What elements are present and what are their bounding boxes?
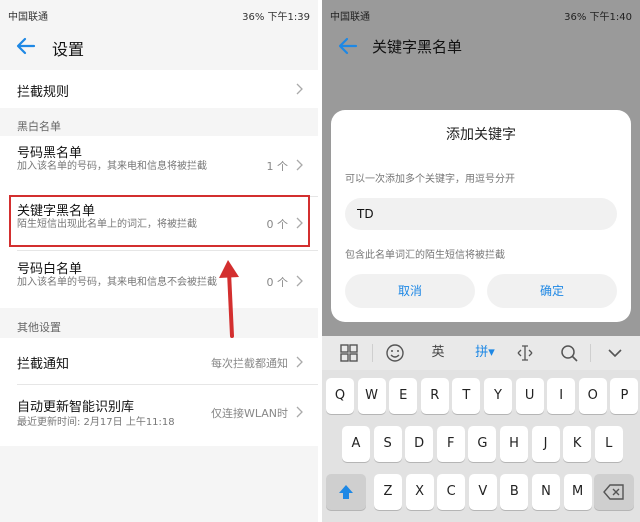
key-i[interactable]: I xyxy=(547,378,576,414)
key-z[interactable]: Z xyxy=(374,474,402,510)
pinyin-mode-button[interactable]: 拼▾ xyxy=(470,342,500,364)
number-blacklist-row[interactable]: 号码黑名单 加入该名单的号码，其来电和信息将被拦截 1 个 xyxy=(0,136,318,196)
other-settings-card: 拦截通知 每次拦截都通知 自动更新智能识别库 最近更新时间: 2月17日 上午1… xyxy=(0,338,318,446)
divider xyxy=(17,384,318,385)
status-bar: 中国联通 36% 下午1:39 xyxy=(0,0,318,26)
number-whitelist-label: 号码白名单 xyxy=(17,262,83,277)
dialog-note: 包含此名单词汇的陌生短信将被拦截 xyxy=(345,250,505,261)
dialog-title: 添加关键字 xyxy=(446,127,516,143)
highlight-box xyxy=(9,195,310,247)
key-e[interactable]: E xyxy=(389,378,418,414)
chevron-right-icon xyxy=(296,275,303,287)
backspace-icon xyxy=(603,484,624,500)
auto-update-label: 自动更新智能识别库 xyxy=(17,400,135,415)
shift-key[interactable] xyxy=(326,474,366,510)
key-g[interactable]: G xyxy=(468,426,497,462)
back-arrow-icon[interactable] xyxy=(336,34,360,58)
chevron-right-icon xyxy=(296,406,303,418)
key-k[interactable]: K xyxy=(563,426,592,462)
intercept-notify-row[interactable]: 拦截通知 每次拦截都通知 xyxy=(0,338,318,384)
key-m[interactable]: M xyxy=(563,474,592,510)
keyboard-toolbar: 英 拼▾ xyxy=(322,336,640,370)
carrier-label: 中国联通 xyxy=(330,12,370,23)
key-c[interactable]: C xyxy=(437,474,466,510)
key-f[interactable]: F xyxy=(436,426,465,462)
english-mode-button[interactable]: 英 xyxy=(426,342,450,364)
back-arrow-icon[interactable] xyxy=(14,34,38,58)
key-l[interactable]: L xyxy=(594,426,623,462)
keyword-blacklist-screen: 中国联通 36% 下午1:40 关键字黑名单 添加关键字 可以一次添加多个关键字… xyxy=(322,0,640,522)
key-s[interactable]: S xyxy=(373,426,402,462)
chevron-right-icon xyxy=(296,159,303,171)
page-title: 设置 xyxy=(52,40,85,59)
chevron-right-icon xyxy=(296,356,303,368)
keyboard: QWERTYUIOP ASDFGHJKL ZXCVBNM xyxy=(322,370,640,522)
divider xyxy=(17,250,318,251)
auto-update-desc: 最近更新时间: 2月17日 上午11:18 xyxy=(17,417,175,428)
number-blacklist-desc: 加入该名单的号码，其来电和信息将被拦截 xyxy=(17,161,207,172)
key-o[interactable]: O xyxy=(578,378,607,414)
key-v[interactable]: V xyxy=(468,474,497,510)
number-blacklist-count: 1 个 xyxy=(266,160,289,173)
dialog-hint: 可以一次添加多个关键字，用逗号分开 xyxy=(345,174,515,185)
intercept-notify-label: 拦截通知 xyxy=(17,357,70,372)
emoji-icon[interactable] xyxy=(384,342,406,364)
key-d[interactable]: D xyxy=(405,426,434,462)
section-other: 其他设置 xyxy=(17,321,61,334)
key-r[interactable]: R xyxy=(420,378,449,414)
title-bar: 设置 xyxy=(0,26,318,68)
key-j[interactable]: J xyxy=(531,426,560,462)
cancel-button[interactable]: 取消 xyxy=(345,274,475,308)
key-u[interactable]: U xyxy=(515,378,544,414)
keyword-input[interactable] xyxy=(345,198,617,230)
backspace-key[interactable] xyxy=(594,474,634,510)
auto-update-value: 仅连接WLAN时 xyxy=(210,407,288,420)
shift-icon xyxy=(339,485,353,499)
key-q[interactable]: Q xyxy=(326,378,354,414)
status-right: 36% 下午1:40 xyxy=(564,12,632,23)
chevron-down-icon[interactable] xyxy=(604,342,626,364)
key-x[interactable]: X xyxy=(405,474,434,510)
search-icon[interactable] xyxy=(558,342,580,364)
key-n[interactable]: N xyxy=(532,474,560,510)
section-blackwhite: 黑白名单 xyxy=(17,120,61,133)
arrow-up-icon xyxy=(219,260,239,338)
carrier-label: 中国联通 xyxy=(8,12,48,23)
divider xyxy=(590,344,591,362)
key-b[interactable]: B xyxy=(500,474,529,510)
number-whitelist-desc: 加入该名单的号码，其来电和信息不会被拦截 xyxy=(17,277,217,288)
number-whitelist-count: 0 个 xyxy=(266,276,289,289)
number-whitelist-row[interactable]: 号码白名单 加入该名单的号码，其来电和信息不会被拦截 0 个 xyxy=(0,252,318,308)
status-right: 36% 下午1:39 xyxy=(242,12,310,23)
intercept-rules-label: 拦截规则 xyxy=(17,85,70,100)
status-bar: 中国联通 36% 下午1:40 xyxy=(322,0,640,26)
add-keyword-dialog: 添加关键字 可以一次添加多个关键字，用逗号分开 包含此名单词汇的陌生短信将被拦截… xyxy=(331,110,631,322)
key-h[interactable]: H xyxy=(500,426,528,462)
chevron-right-icon xyxy=(296,83,303,95)
key-p[interactable]: P xyxy=(610,378,639,414)
page-title: 关键字黑名单 xyxy=(372,38,463,56)
key-y[interactable]: Y xyxy=(484,378,512,414)
key-a[interactable]: A xyxy=(342,426,370,462)
key-t[interactable]: T xyxy=(452,378,481,414)
confirm-button[interactable]: 确定 xyxy=(487,274,617,308)
intercept-rules-row[interactable]: 拦截规则 xyxy=(0,70,318,108)
intercept-notify-value: 每次拦截都通知 xyxy=(211,357,288,370)
title-bar: 关键字黑名单 xyxy=(322,26,640,68)
key-w[interactable]: W xyxy=(357,378,386,414)
number-blacklist-label: 号码黑名单 xyxy=(17,146,83,161)
cursor-move-icon[interactable] xyxy=(514,342,536,364)
auto-update-row[interactable]: 自动更新智能识别库 最近更新时间: 2月17日 上午11:18 仅连接WLAN时 xyxy=(0,386,318,444)
settings-screen: 中国联通 36% 下午1:39 设置 拦截规则 黑白名单 号码黑名单 加入该名单… xyxy=(0,0,318,522)
pinyin-label: 拼 xyxy=(475,345,489,360)
divider xyxy=(372,344,373,362)
grid-menu-icon[interactable] xyxy=(338,342,360,364)
